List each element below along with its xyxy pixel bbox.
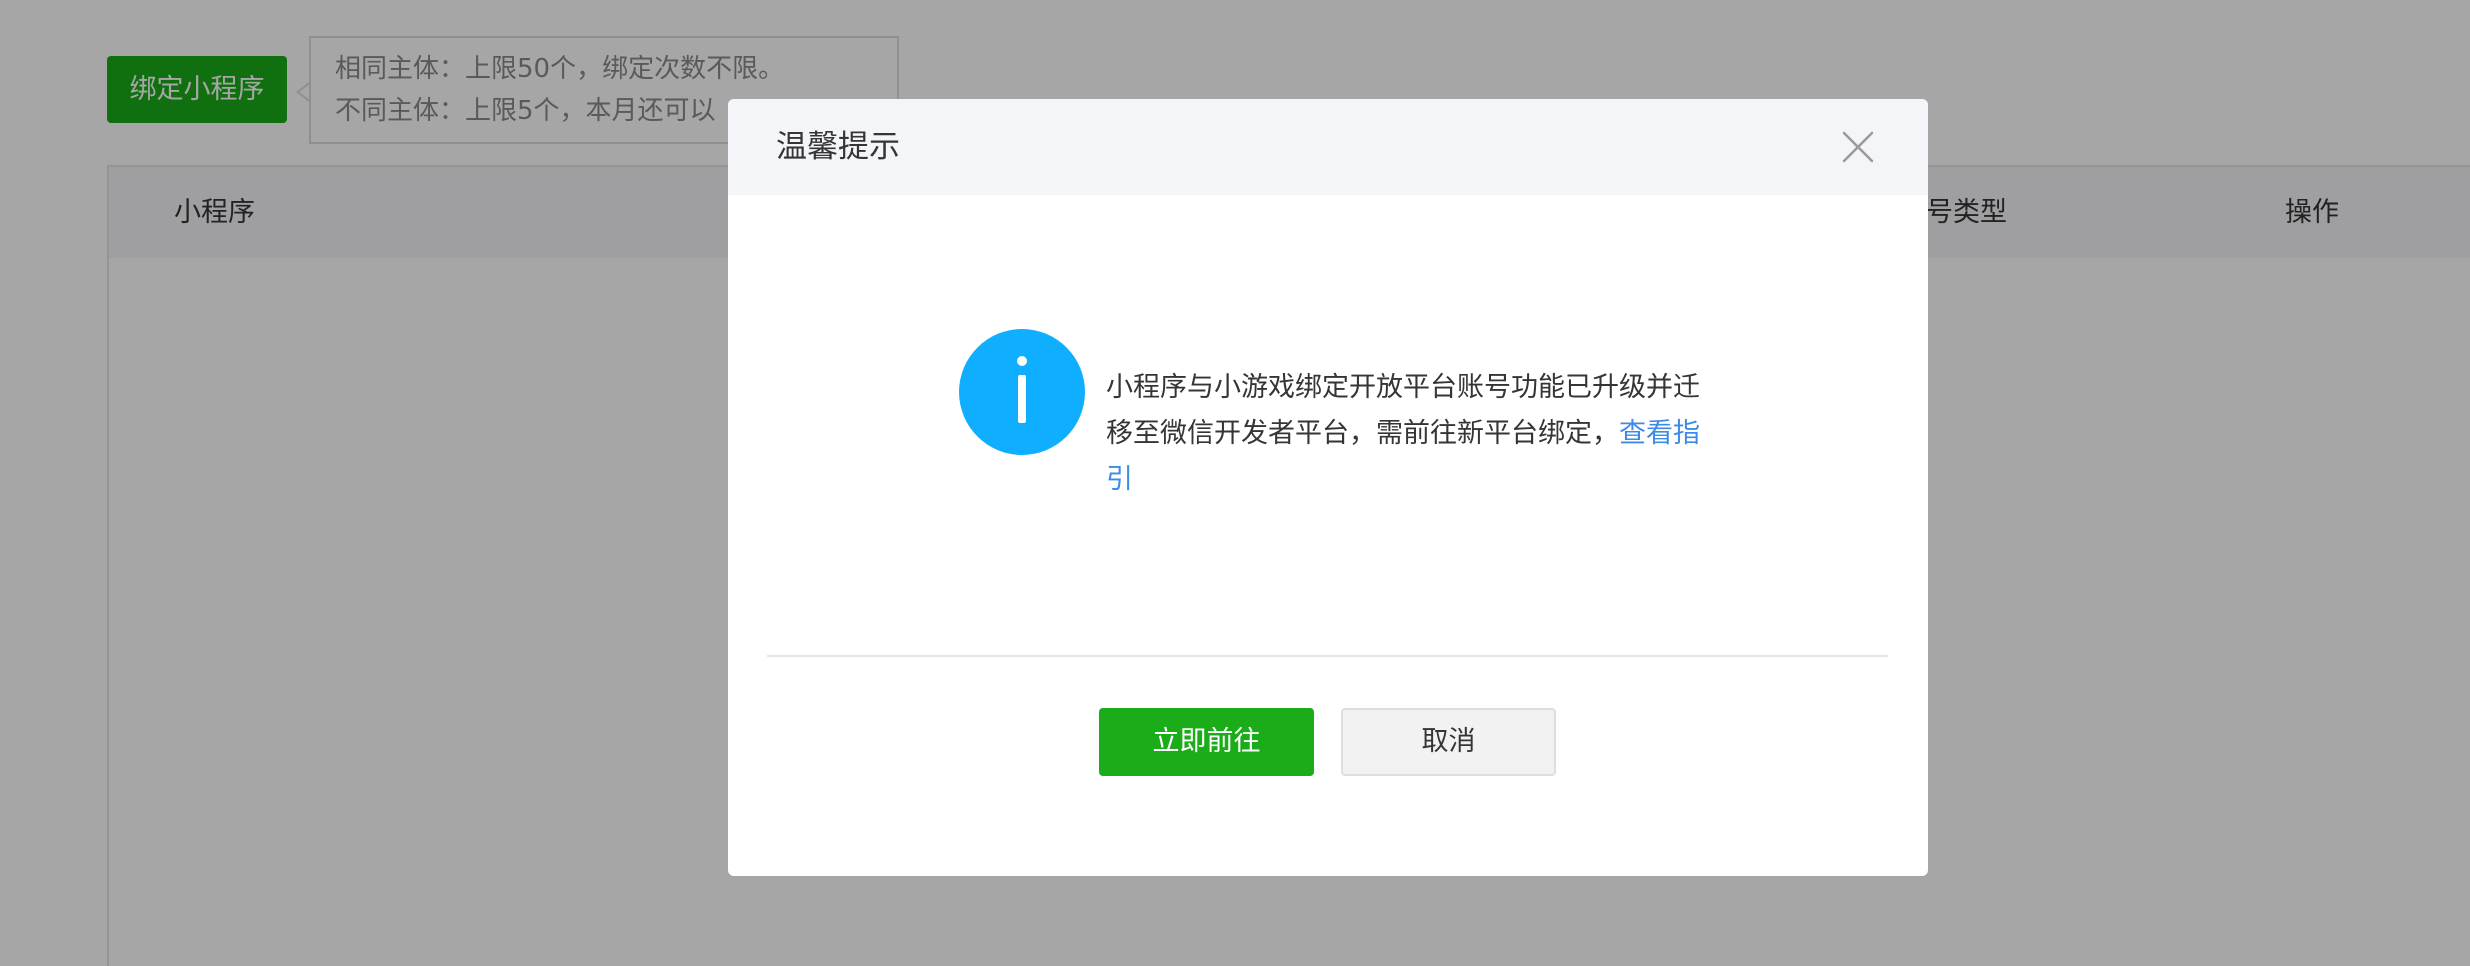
- dialog-message-text: 小程序与小游戏绑定开放平台账号功能已升级并迁移至微信开发者平台，需前往新平台绑定…: [1106, 372, 1700, 449]
- dialog-header: 温馨提示: [728, 99, 1928, 195]
- cancel-button[interactable]: 取消: [1341, 708, 1556, 776]
- dialog-divider: [767, 655, 1888, 657]
- notice-dialog: 温馨提示 小程序与小游戏绑定开放平台账号功能已升级并迁移至微信开发者平台，需前往…: [728, 99, 1928, 876]
- dialog-message: 小程序与小游戏绑定开放平台账号功能已升级并迁移至微信开发者平台，需前往新平台绑定…: [1106, 365, 1706, 503]
- close-icon[interactable]: [1838, 127, 1878, 167]
- info-icon: [958, 328, 1086, 456]
- go-now-button[interactable]: 立即前往: [1099, 708, 1314, 776]
- dialog-title: 温馨提示: [776, 129, 900, 165]
